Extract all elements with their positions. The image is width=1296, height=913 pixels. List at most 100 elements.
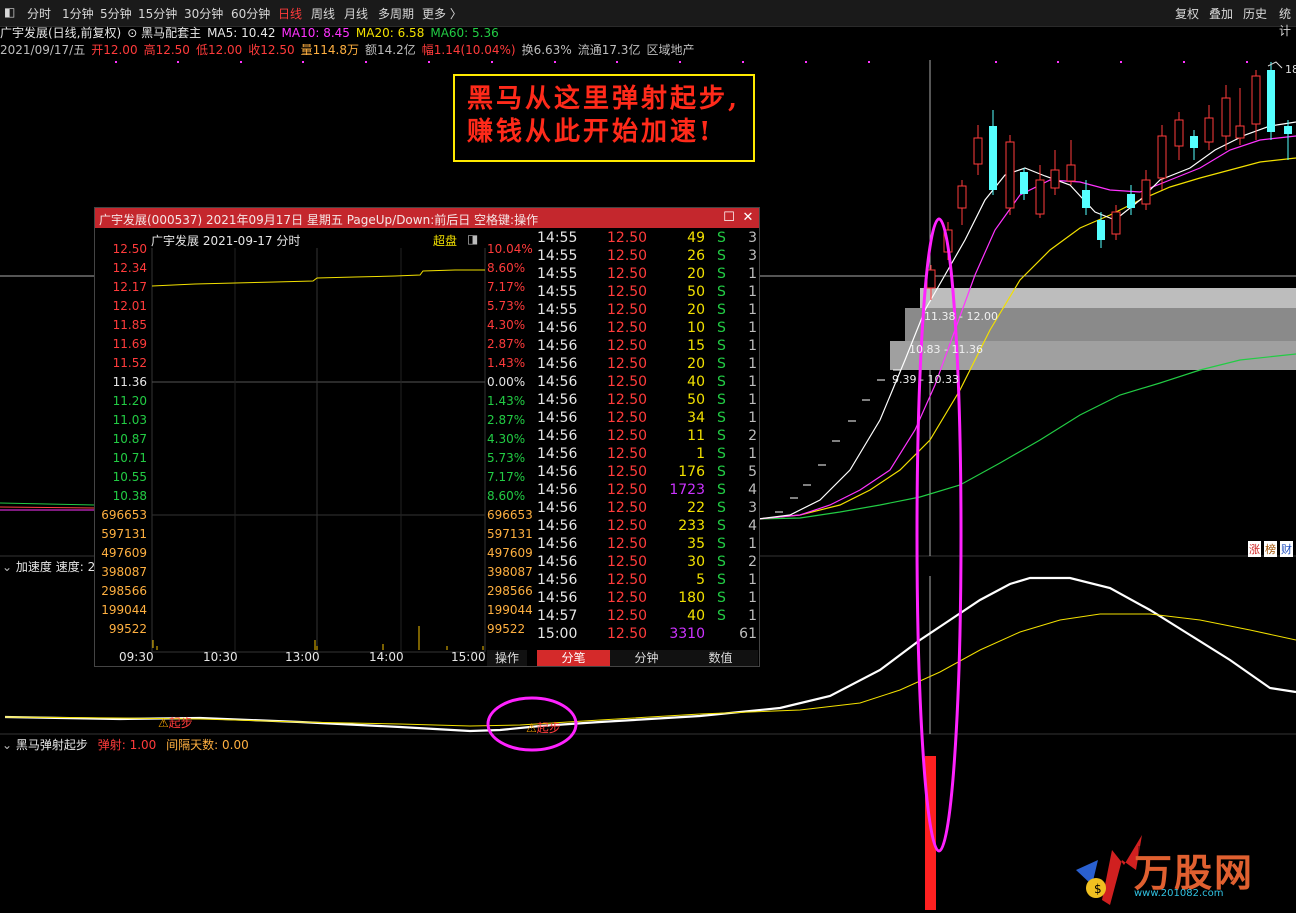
tick-volume: 5 [696, 572, 705, 588]
tick-time: 14:56 [537, 590, 578, 606]
candle [1020, 172, 1028, 194]
tick-volume: 180 [678, 590, 705, 606]
tick-side: S [717, 536, 726, 552]
svg-text:$: $ [1094, 882, 1102, 896]
tick-time: 14:56 [537, 572, 578, 588]
tick-count: 1 [748, 608, 757, 624]
tick-time: 14:55 [537, 248, 578, 264]
tick-side: S [717, 554, 726, 570]
price-tick: 10.71 [112, 451, 147, 465]
tick-side: S [717, 482, 726, 498]
tick-time: 14:56 [537, 392, 578, 408]
tick-time: 14:56 [537, 464, 578, 480]
tick-volume: 20 [687, 266, 705, 282]
candle [1157, 135, 1167, 179]
time-tick: 13:00 [285, 650, 320, 664]
close-icon[interactable]: ✕ [740, 210, 756, 226]
tick-count: 1 [748, 374, 757, 390]
tick-side: S [717, 374, 726, 390]
tick-volume: 1 [696, 446, 705, 462]
maximize-icon[interactable]: ☐ [721, 210, 737, 226]
tick-volume: 50 [687, 392, 705, 408]
price-tick: 12.17 [112, 280, 147, 294]
volume-tick: 298566 [101, 584, 147, 598]
ma-line [0, 506, 96, 509]
pct-tick: 2.87% [487, 413, 526, 427]
volume-tick: 597131 [487, 527, 533, 541]
tick-side: S [717, 230, 726, 246]
tick-volume: 11 [687, 428, 705, 444]
tick-count: 2 [748, 554, 757, 570]
intraday-popup[interactable]: 广宇发展(000537) 2021年09月17日 星期五 PageUp/Down… [94, 207, 760, 667]
tab-trades[interactable]: 分笔 [537, 650, 610, 666]
tick-side: S [717, 428, 726, 444]
tick-count: 5 [748, 464, 757, 480]
pct-tick: 2.87% [487, 337, 526, 351]
runner-icon: ⚠ [158, 716, 169, 730]
tick-row: 14:56 12.50 50 S 1 [537, 392, 759, 410]
finance-badge[interactable]: 财 [1280, 541, 1293, 557]
tick-row: 14:55 12.50 50 S 1 [537, 284, 759, 302]
pct-tick: 8.60% [487, 261, 526, 275]
tick-count: 1 [748, 590, 757, 606]
tick-row: 14:56 12.50 20 S 1 [537, 356, 759, 374]
tick-price: 12.50 [607, 410, 648, 426]
tick-row: 14:55 12.50 49 S 3 [537, 230, 759, 248]
price-tick: 11.52 [112, 356, 147, 370]
tick-price: 12.50 [607, 374, 648, 390]
trade-tick-list[interactable]: 14:55 12.50 49 S 3 14:55 12.50 26 S 3 14:55 12.50 20… [537, 230, 759, 642]
candle [1190, 136, 1198, 148]
runner-icon: ⚠ [526, 721, 537, 735]
tick-row: 14:56 12.50 233 S 4 [537, 518, 759, 536]
tick-count: 3 [748, 500, 757, 516]
volume-tick: 99522 [108, 622, 147, 636]
price-tick: 11.85 [112, 318, 147, 332]
callout-box: 黑马从这里弹射起步, 赚钱从此开始加速! [453, 74, 755, 162]
collapse-icon[interactable]: ⌄ [2, 560, 12, 574]
period-markers [115, 61, 1248, 63]
chip-band-label: 11.38 - 12.00 [924, 310, 998, 323]
operate-button[interactable]: 操作 [487, 650, 527, 666]
tick-count: 1 [748, 356, 757, 372]
tick-price: 12.50 [607, 230, 648, 246]
tick-price: 12.50 [607, 248, 648, 264]
tick-volume: 30 [687, 554, 705, 570]
tick-count: 1 [748, 392, 757, 408]
tick-time: 14:55 [537, 266, 578, 282]
ranking-badge[interactable]: 榜 [1264, 541, 1277, 557]
tick-count: 1 [748, 338, 757, 354]
start-marker-label: ⚠起步 [158, 716, 193, 730]
time-tick: 09:30 [119, 650, 154, 664]
high-price-label: 18 [1285, 63, 1296, 76]
intraday-chart[interactable] [95, 228, 537, 666]
tick-count: 3 [748, 230, 757, 246]
tick-side: S [717, 266, 726, 282]
high-price-pointer [1267, 61, 1283, 69]
volume-tick: 696653 [487, 508, 533, 522]
tick-price: 12.50 [607, 428, 648, 444]
tab-values[interactable]: 数值 [683, 650, 758, 666]
tick-row: 14:56 12.50 1723 S 4 [537, 482, 759, 500]
tick-price: 12.50 [607, 338, 648, 354]
pct-tick: 0.00% [487, 375, 526, 389]
tick-count: 4 [748, 482, 757, 498]
tick-volume: 20 [687, 356, 705, 372]
candle [1066, 164, 1076, 182]
candle [1204, 117, 1214, 143]
tick-price: 12.50 [607, 356, 648, 372]
collapse-icon[interactable]: ⌄ [2, 738, 12, 752]
popup-titlebar[interactable]: 广宇发展(000537) 2021年09月17日 星期五 PageUp/Down… [95, 208, 759, 228]
pct-tick: 10.04% [487, 242, 533, 256]
tick-row: 14:56 12.50 34 S 1 [537, 410, 759, 428]
candle [1221, 97, 1231, 137]
horse-title: 黑马弹射起步 [15, 738, 88, 752]
price-tick: 10.38 [112, 489, 147, 503]
tab-minutes[interactable]: 分钟 [610, 650, 683, 666]
limit-up-badge[interactable]: 涨 [1248, 541, 1261, 557]
volume-tick: 497609 [487, 546, 533, 560]
tick-side: S [717, 356, 726, 372]
tick-side: S [717, 446, 726, 462]
pct-tick: 4.30% [487, 432, 526, 446]
stair-markers [775, 369, 901, 513]
popup-title: 广宇发展(000537) 2021年09月17日 星期五 PageUp/Down… [99, 213, 539, 227]
